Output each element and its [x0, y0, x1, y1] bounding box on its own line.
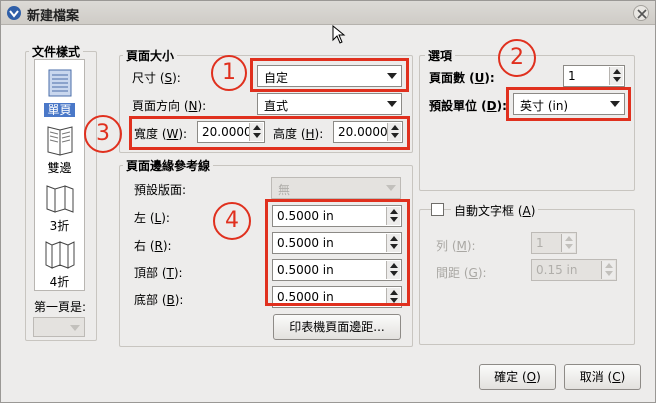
pages-spinbox[interactable]: 1 — [563, 65, 625, 87]
first-page-combo[interactable] — [33, 317, 85, 337]
preset-layout-combo[interactable]: 無 — [271, 177, 401, 199]
highlight-page-size — [250, 58, 409, 92]
annotation-1-badge: 1 — [211, 55, 247, 91]
highlight-default-unit — [506, 87, 631, 121]
left-margin-label: 左 (L): — [134, 211, 170, 225]
gap-spinner-buttons[interactable] — [601, 261, 615, 279]
highlight-margins — [265, 199, 410, 306]
right-margin-label: 右 (R): — [134, 239, 172, 253]
close-button[interactable] — [633, 5, 649, 21]
bottom-margin-label: 底部 (B): — [134, 293, 184, 307]
orientation-label: 頁面方向 (N): — [132, 99, 207, 113]
cancel-button[interactable]: 取消 (C) — [564, 364, 641, 390]
pages-label: 頁面數 (U): — [429, 71, 495, 85]
style-single-page[interactable]: 單頁 — [35, 68, 84, 118]
chevron-down-icon — [70, 325, 80, 331]
top-margin-label: 頂部 (T): — [134, 266, 183, 280]
chevron-down-icon — [387, 101, 397, 107]
window-title: 新建檔案 — [27, 9, 80, 24]
gap-spinbox[interactable]: 0.15 in — [531, 259, 617, 281]
close-icon — [637, 9, 647, 19]
app-icon — [7, 6, 21, 20]
auto-frame-label[interactable]: 自動文字框 (A) — [451, 202, 539, 219]
style-3-fold-label: 3折 — [49, 219, 70, 233]
gap-label: 間距 (G): — [436, 266, 487, 280]
doc-style-list[interactable]: 單頁 雙邊 3折 4折 — [34, 59, 85, 291]
style-facing-pages[interactable]: 雙邊 — [35, 126, 84, 176]
doc-style-legend: 文件樣式 — [29, 43, 84, 60]
single-page-icon — [48, 69, 71, 97]
style-4-fold[interactable]: 4折 — [35, 240, 84, 290]
auto-frame-checkbox[interactable] — [431, 203, 444, 216]
columns-spinner-buttons[interactable] — [561, 234, 575, 252]
four-fold-icon — [45, 241, 74, 269]
annotation-4-badge: 4 — [213, 202, 251, 240]
annotation-2-badge: 2 — [498, 39, 536, 77]
orientation-combo[interactable]: 直式 — [257, 93, 402, 115]
highlight-width-height — [129, 116, 410, 150]
first-page-label: 第一頁是: — [34, 300, 87, 314]
preset-layout-label: 預設版面: — [134, 183, 187, 197]
page-size-legend: 頁面大小 — [123, 47, 178, 64]
title-bar[interactable]: 新建檔案 — [1, 1, 655, 25]
mouse-cursor-icon — [332, 25, 346, 44]
options-legend: 選項 — [425, 47, 456, 64]
style-4-fold-label: 4折 — [49, 275, 70, 289]
ok-button[interactable]: 確定 (O) — [479, 364, 556, 390]
printer-margins-button[interactable]: 印表機頁面邊距... — [273, 314, 401, 340]
columns-spinbox[interactable]: 1 — [531, 232, 577, 254]
three-fold-icon — [46, 185, 73, 213]
default-unit-label: 預設單位 (D): — [429, 99, 507, 113]
style-single-page-label: 單頁 — [44, 103, 75, 117]
chevron-down-icon — [386, 185, 396, 191]
size-label: 尺寸 (S): — [132, 71, 181, 85]
margin-guides-legend: 頁面邊緣參考線 — [123, 157, 214, 174]
facing-pages-icon — [47, 126, 72, 156]
style-facing-pages-label: 雙邊 — [47, 161, 72, 175]
columns-label: 列 (M): — [436, 239, 476, 253]
new-document-dialog: 新建檔案 文件樣式 單頁 雙邊 3折 4折 第一頁是: 頁面大小 尺寸 (S):… — [0, 0, 656, 403]
pages-spinner-buttons[interactable] — [609, 67, 623, 85]
annotation-3-badge: 3 — [84, 115, 122, 153]
style-3-fold[interactable]: 3折 — [35, 184, 84, 234]
